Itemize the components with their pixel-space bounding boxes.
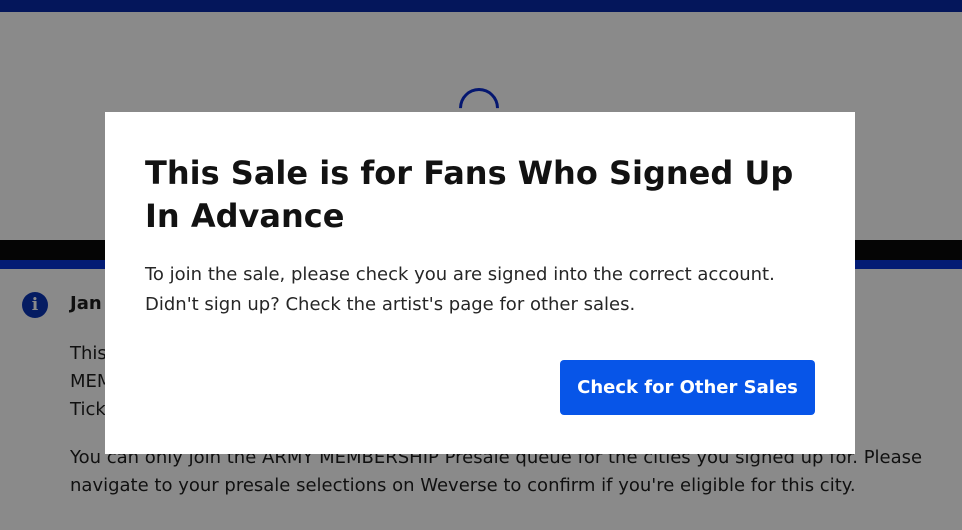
check-other-sales-button[interactable]: Check for Other Sales: [560, 360, 815, 415]
modal-body-line: To join the sale, please check you are s…: [145, 264, 775, 285]
modal-body: To join the sale, please check you are s…: [145, 260, 825, 320]
signup-required-modal: This Sale is for Fans Who Signed Up In A…: [105, 112, 855, 454]
modal-title: This Sale is for Fans Who Signed Up In A…: [145, 154, 794, 235]
modal-body-line: Didn't sign up? Check the artist's page …: [145, 294, 636, 315]
